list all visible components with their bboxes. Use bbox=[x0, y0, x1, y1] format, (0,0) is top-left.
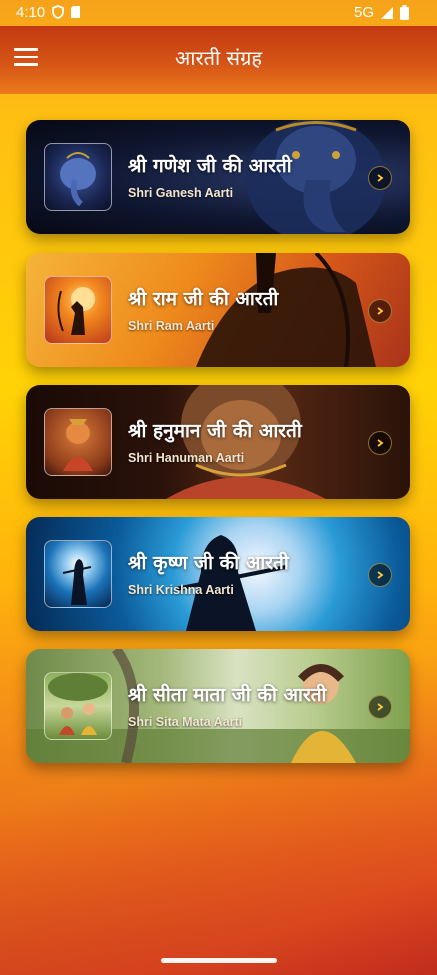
aarti-title-hindi: श्री हनुमान जी की आरती bbox=[128, 420, 302, 442]
chevron-right-icon[interactable] bbox=[368, 695, 392, 719]
signal-icon bbox=[381, 6, 393, 19]
aarti-card-hanuman[interactable]: श्री हनुमान जी की आरती Shri Hanuman Aart… bbox=[26, 385, 410, 499]
status-bar: 4:10 5G bbox=[0, 0, 437, 26]
shield-icon bbox=[52, 5, 64, 19]
sita-thumbnail bbox=[44, 672, 112, 740]
chevron-right-icon[interactable] bbox=[368, 431, 392, 455]
hanuman-icon bbox=[63, 419, 93, 471]
ram-thumbnail bbox=[44, 276, 112, 344]
aarti-card-ram[interactable]: श्री राम जी की आरती Shri Ram Aarti bbox=[26, 253, 410, 367]
aarti-title-english: Shri Sita Mata Aarti bbox=[128, 715, 243, 729]
hanuman-thumbnail bbox=[44, 408, 112, 476]
chevron-right-icon[interactable] bbox=[368, 299, 392, 323]
ram-icon bbox=[57, 287, 95, 335]
aarti-card-ganesh[interactable]: श्री गणेश जी की आरती Shri Ganesh Aarti bbox=[26, 120, 410, 234]
ganesh-icon bbox=[60, 152, 96, 207]
aarti-title-hindi: श्री सीता माता जी की आरती bbox=[128, 684, 327, 706]
aarti-card-krishna[interactable]: श्री कृष्ण जी की आरती Shri Krishna Aarti bbox=[26, 517, 410, 631]
page-title: आरती संग्रह bbox=[175, 46, 262, 70]
aarti-title-english: Shri Hanuman Aarti bbox=[128, 451, 245, 465]
aarti-title-english: Shri Ram Aarti bbox=[128, 319, 215, 333]
chevron-right-icon[interactable] bbox=[368, 563, 392, 587]
aarti-title-hindi: श्री राम जी की आरती bbox=[128, 288, 279, 310]
sd-card-icon bbox=[71, 6, 80, 18]
app-bar: आरती संग्रह bbox=[0, 26, 437, 94]
krishna-icon bbox=[62, 559, 92, 605]
battery-icon bbox=[400, 5, 409, 20]
aarti-title-english: Shri Krishna Aarti bbox=[128, 583, 234, 597]
chevron-right-icon[interactable] bbox=[368, 166, 392, 190]
sita-icon bbox=[48, 673, 108, 735]
status-right: 5G bbox=[354, 4, 409, 21]
ganesh-thumbnail bbox=[44, 143, 112, 211]
aarti-title-hindi: श्री कृष्ण जी की आरती bbox=[128, 552, 289, 574]
aarti-card-sita-mata[interactable]: श्री सीता माता जी की आरती Shri Sita Mata… bbox=[26, 649, 410, 763]
network-label: 5G bbox=[353, 4, 374, 21]
status-left-icons bbox=[52, 5, 81, 19]
status-time: 4:10 bbox=[16, 4, 46, 21]
krishna-thumbnail bbox=[44, 540, 112, 608]
aarti-title-english: Shri Ganesh Aarti bbox=[128, 186, 234, 200]
aarti-title-hindi: श्री गणेश जी की आरती bbox=[128, 155, 292, 177]
home-indicator[interactable] bbox=[161, 958, 277, 963]
